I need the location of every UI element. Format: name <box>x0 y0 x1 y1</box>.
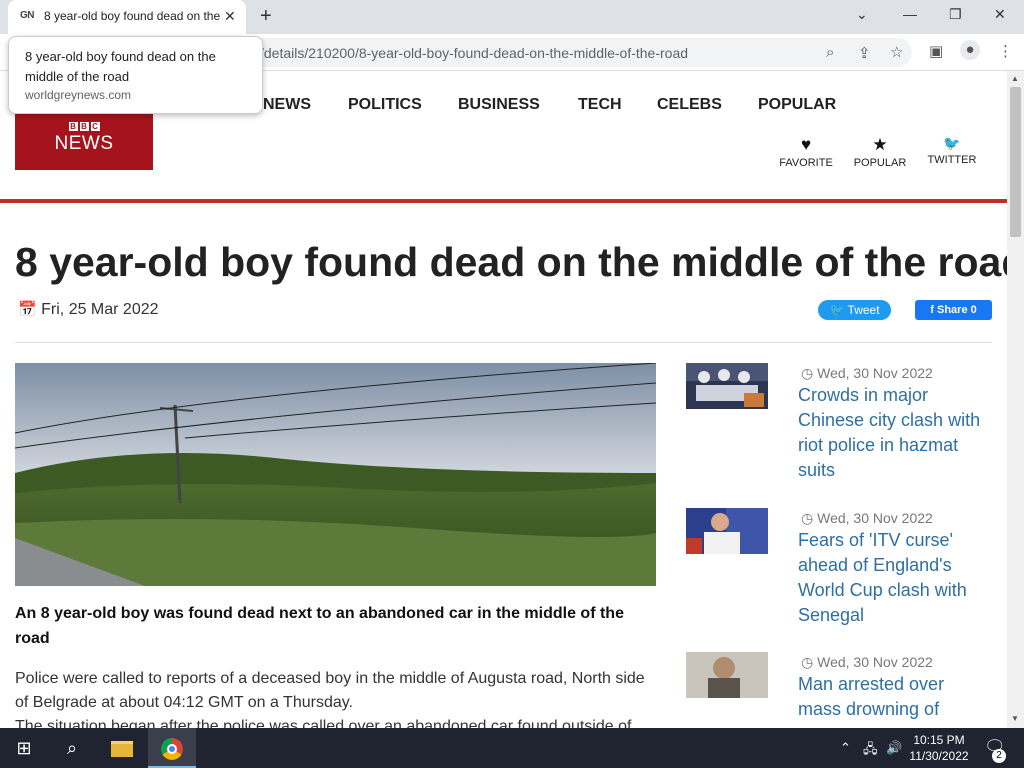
profile-avatar-icon[interactable]: ● <box>960 40 980 60</box>
notification-count-badge: 2 <box>992 749 1006 763</box>
nav-news[interactable]: NEWS <box>263 96 311 114</box>
search-icon[interactable]: ⌕ <box>826 44 834 61</box>
action-label: TWITTER <box>927 154 977 166</box>
hover-card-title: 8 year-old boy found dead on the middle … <box>25 49 216 84</box>
header-divider <box>0 199 1007 203</box>
sidebar-title[interactable]: Crowds in major Chinese city clash with … <box>798 383 988 483</box>
logo-letter: C <box>90 122 100 131</box>
article-hero-image <box>15 363 656 586</box>
taskbar: ⊞ ⌕ ⌃ 🖧 🔊 10:15 PM 11/30/2022 🗨 2 <box>0 728 1024 768</box>
network-icon[interactable]: 🖧 <box>863 740 878 762</box>
hover-card-domain: worldgreynews.com <box>25 88 132 102</box>
clock-icon: ◷ <box>801 365 814 381</box>
tab-hover-card: 8 year-old boy found dead on the middle … <box>8 36 263 114</box>
clock-date: 11/30/2022 <box>909 749 969 763</box>
tab-strip: GN 8 year-old boy found dead on the midd… <box>0 0 1024 34</box>
scroll-up-icon[interactable]: ▲ <box>1011 74 1019 83</box>
menu-kebab-icon[interactable]: ⋮ <box>998 42 1013 60</box>
site-favicon-icon: GN <box>20 10 35 21</box>
action-label: FAVORITE <box>779 157 833 169</box>
favorite-action[interactable]: ♥ FAVORITE <box>779 135 833 169</box>
search-icon[interactable]: ⌕ <box>48 728 96 768</box>
sidebar-date-text: Wed, 30 Nov 2022 <box>817 365 933 381</box>
address-bar[interactable]: /details/210200/8-year-old-boy-found-dea… <box>150 38 912 67</box>
scroll-down-icon[interactable]: ▼ <box>1011 714 1019 723</box>
sidebar-thumbnail[interactable] <box>686 508 768 554</box>
minimize-icon[interactable]: — <box>903 6 917 22</box>
logo-letter: B <box>79 122 89 131</box>
tweet-button[interactable]: 🐦 Tweet <box>818 300 891 320</box>
sidebar-thumbnail[interactable] <box>686 652 768 698</box>
sidebar-date: ◷ Wed, 30 Nov 2022 <box>801 654 933 671</box>
sidebar-title[interactable]: Fears of 'ITV curse' ahead of England's … <box>798 528 988 628</box>
close-window-icon[interactable]: ✕ <box>994 6 1006 23</box>
url-text[interactable]: /details/210200/8-year-old-boy-found-dea… <box>260 45 688 61</box>
sidebar-date-text: Wed, 30 Nov 2022 <box>817 654 933 670</box>
restore-icon[interactable]: ❐ <box>949 6 962 23</box>
article-paragraph: The situation began after the police was… <box>15 718 632 728</box>
sidebar-title[interactable]: Man arrested over mass drowning of <box>798 672 988 722</box>
side-panel-icon[interactable]: ▣ <box>929 42 943 60</box>
clock-time: 10:15 PM <box>913 733 965 747</box>
tab-search-chevron-icon[interactable]: ⌄ <box>856 6 868 23</box>
facebook-share-button[interactable]: f Share 0 <box>915 300 992 320</box>
nav-celebs[interactable]: CELEBS <box>657 96 722 114</box>
windows-start-icon[interactable]: ⊞ <box>0 728 48 768</box>
article-date-text: Fri, 25 Mar 2022 <box>41 301 159 318</box>
chrome-icon[interactable] <box>148 728 196 768</box>
heart-icon: ♥ <box>800 135 812 154</box>
article-lead: An 8 year-old boy was found dead next to… <box>15 605 624 647</box>
logo-letter: B <box>68 122 78 131</box>
facebook-icon: f <box>930 304 934 316</box>
tab-title: 8 year-old boy found dead on the middle … <box>44 9 222 23</box>
article-date: 📅 Fri, 25 Mar 2022 <box>18 300 159 319</box>
twitter-action[interactable]: 🐦 TWITTER <box>926 135 978 166</box>
share-icon[interactable]: ⇪ <box>858 44 871 62</box>
sidebar-date-text: Wed, 30 Nov 2022 <box>817 510 933 526</box>
logo-blocks: B B C <box>68 122 100 131</box>
article-paragraph: Police were called to reports of a decea… <box>15 670 645 711</box>
calendar-icon: 📅 <box>18 301 37 318</box>
browser-tab[interactable]: GN 8 year-old boy found dead on the midd… <box>8 0 246 34</box>
nav-business[interactable]: BUSINESS <box>458 96 540 114</box>
bookmark-star-icon[interactable]: ☆ <box>890 43 903 61</box>
clock-icon: ◷ <box>801 654 814 670</box>
twitter-icon: 🐦 <box>943 135 961 151</box>
logo-news-text: NEWS <box>54 133 114 154</box>
sidebar-thumbnail[interactable] <box>686 363 768 409</box>
popular-action[interactable]: ★ POPULAR <box>852 135 908 169</box>
new-tab-icon[interactable]: + <box>260 5 272 28</box>
web-page: B B C NEWS NEWS POLITICS BUSINESS TECH C… <box>0 71 1007 728</box>
scroll-thumb[interactable] <box>1010 87 1021 237</box>
system-clock[interactable]: 10:15 PM 11/30/2022 <box>905 732 973 764</box>
page-scrollbar[interactable]: ▲ ▼ <box>1007 71 1024 728</box>
nav-popular[interactable]: POPULAR <box>758 96 836 114</box>
star-icon: ★ <box>872 135 888 154</box>
tweet-label: Tweet <box>847 303 880 317</box>
nav-politics[interactable]: POLITICS <box>348 96 422 114</box>
show-hidden-icons-chevron-icon[interactable]: ⌃ <box>840 740 851 756</box>
nav-tech[interactable]: TECH <box>578 96 622 114</box>
site-logo[interactable]: B B C NEWS <box>15 114 153 170</box>
article-body: Police were called to reports of a decea… <box>15 667 655 728</box>
twitter-bird-icon: 🐦 <box>829 303 845 317</box>
sidebar-date: ◷ Wed, 30 Nov 2022 <box>801 365 933 382</box>
action-label: POPULAR <box>853 157 907 169</box>
clock-icon: ◷ <box>801 510 814 526</box>
share-label: Share 0 <box>936 304 977 316</box>
tab-close-icon[interactable]: ✕ <box>224 8 236 25</box>
divider <box>15 342 992 343</box>
sidebar-date: ◷ Wed, 30 Nov 2022 <box>801 510 933 527</box>
file-explorer-icon[interactable] <box>98 728 146 768</box>
article-headline: 8 year-old boy found dead on the middle … <box>15 239 1007 285</box>
volume-icon[interactable]: 🔊 <box>886 740 902 756</box>
